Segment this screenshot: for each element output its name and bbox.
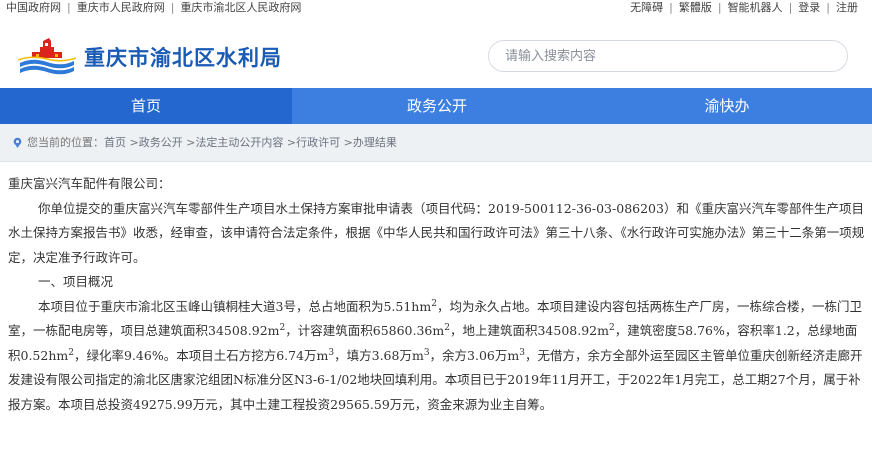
divider: | xyxy=(717,1,722,14)
crumb-sep: > xyxy=(340,136,353,149)
link-traditional[interactable]: 繁體版 xyxy=(679,1,712,14)
text-segment: ，计容建筑面积65860.36m xyxy=(285,323,445,338)
divider: | xyxy=(67,1,71,14)
section-heading: 一、项目概况 xyxy=(38,274,114,289)
link-robot[interactable]: 智能机器人 xyxy=(728,1,783,14)
top-links-bar: 中国政府网 | 重庆市人民政府网 | 重庆市渝北区人民政府网 无障碍 | 繁體版 | 智能机器人… xyxy=(0,0,872,16)
crumb-admin-license[interactable]: 行政许可 xyxy=(296,136,340,149)
crumb-results[interactable]: 办理结果 xyxy=(353,136,397,149)
search-box[interactable] xyxy=(488,40,848,72)
salutation: 重庆富兴汽车配件有限公司： xyxy=(8,176,171,191)
text-segment: ，地上建筑面积34508.92m xyxy=(449,323,609,338)
divider: | xyxy=(669,1,673,14)
crumb-sep: > xyxy=(182,136,196,149)
nav-item-yukuaiban[interactable]: 渝快办 xyxy=(582,88,872,124)
text-segment: 本项目位于重庆市渝北区玉峰山镇桐桂大道3号，总占地面积为5.51hm xyxy=(38,298,432,314)
nav-item-gov-affairs[interactable]: 政务公开 xyxy=(292,88,582,124)
text-segment: ，填方3.68万m xyxy=(334,347,424,363)
crumb-sep: > xyxy=(126,136,139,149)
link-chongqing-gov[interactable]: 重庆市人民政府网 xyxy=(77,1,165,14)
utility-links: 无障碍 | 繁體版 | 智能机器人 | 登录 | 注册 xyxy=(630,0,858,16)
text-segment: ，余方3.06万m xyxy=(429,347,520,363)
search-input[interactable] xyxy=(505,41,835,71)
emblem-logo-icon[interactable] xyxy=(18,36,76,76)
link-login[interactable]: 登录 xyxy=(798,1,820,14)
gov-links: 中国政府网 | 重庆市人民政府网 | 重庆市渝北区人民政府网 xyxy=(6,0,301,16)
main-nav: 首页 政务公开 渝快办 xyxy=(0,88,872,124)
nav-item-home[interactable]: 首页 xyxy=(0,88,292,124)
crumb-gov-affairs[interactable]: 政务公开 xyxy=(139,136,183,149)
site-title[interactable]: 重庆市渝北区水利局 xyxy=(84,42,282,72)
crumb-sep: > xyxy=(283,136,297,149)
crumb-home[interactable]: 首页 xyxy=(104,136,126,149)
article-body: 重庆富兴汽车配件有限公司： 你单位提交的重庆富兴汽车零部件生产项目水土保持方案审… xyxy=(8,172,866,417)
link-yubei-gov[interactable]: 重庆市渝北区人民政府网 xyxy=(180,1,301,14)
breadcrumb: 您当前的位置：首页 >政务公开 >法定主动公开内容 >行政许可 >办理结果 xyxy=(0,124,872,162)
paragraph-decision: 你单位提交的重庆富兴汽车零部件生产项目水土保持方案审批申请表（项目代码：2019… xyxy=(8,200,865,265)
divider: | xyxy=(826,1,830,14)
breadcrumb-trail: 您当前的位置：首页 >政务公开 >法定主动公开内容 >行政许可 >办理结果 xyxy=(27,124,397,162)
crumb-statutory[interactable]: 法定主动公开内容 xyxy=(195,136,283,149)
divider: | xyxy=(788,1,793,14)
breadcrumb-prefix: 您当前的位置： xyxy=(27,136,104,149)
paragraph-overview: 本项目位于重庆市渝北区玉峰山镇桐桂大道3号，总占地面积为5.51hm2，均为永久… xyxy=(8,295,866,418)
site-header: 重庆市渝北区水利局 xyxy=(0,16,872,88)
text-segment: ，绿化率9.46%。本项目土石方挖方6.74万m xyxy=(73,347,329,363)
link-register[interactable]: 注册 xyxy=(836,1,858,14)
link-accessibility[interactable]: 无障碍 xyxy=(630,1,663,14)
location-pin-icon xyxy=(13,137,22,148)
divider: | xyxy=(170,1,175,14)
link-china-gov[interactable]: 中国政府网 xyxy=(6,1,61,14)
